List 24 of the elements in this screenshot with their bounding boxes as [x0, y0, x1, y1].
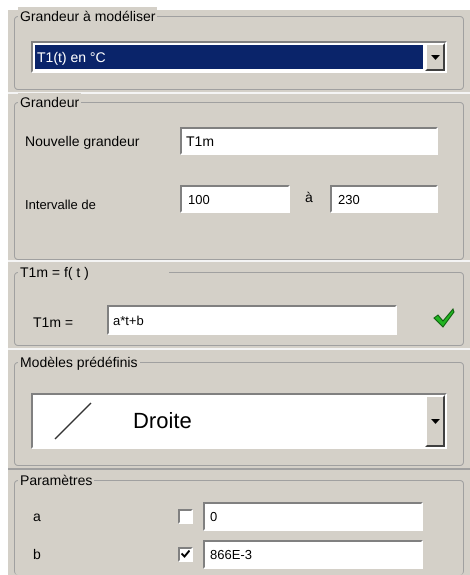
dropdown-value: Droite — [133, 407, 193, 435]
caret-icon — [430, 418, 440, 424]
parameter-name: b — [32, 544, 42, 564]
parameter-name: a — [32, 506, 42, 526]
field-label: à — [305, 188, 313, 207]
field-label: Nouvelle grandeur — [25, 132, 140, 151]
dropdown-arrow-button[interactable] — [425, 43, 445, 71]
new-quantity-field[interactable]: T1m — [180, 127, 438, 155]
checkbox[interactable] — [178, 508, 193, 524]
dropdown-arrow-button[interactable] — [425, 395, 445, 447]
quantity-dropdown[interactable]: T1(t) en °C — [31, 41, 447, 73]
interval-end-field[interactable]: 230 — [330, 185, 438, 213]
dropdown-value: T1(t) en °C — [35, 45, 423, 69]
parameter-value-field[interactable]: 866E-3 — [203, 540, 423, 568]
formula-field[interactable]: a*t+b — [107, 305, 397, 335]
formula-label: T1m = — [33, 313, 74, 332]
caret-icon — [430, 54, 440, 60]
parameter-value-field[interactable]: 0 — [203, 502, 423, 530]
model-dropdown[interactable]: Droite — [31, 393, 447, 449]
checkbox[interactable] — [178, 546, 193, 562]
line-icon — [53, 401, 93, 441]
check-icon — [181, 550, 190, 558]
interval-start-field[interactable]: 100 — [180, 185, 290, 213]
field-label: Intervalle de — [25, 196, 96, 214]
